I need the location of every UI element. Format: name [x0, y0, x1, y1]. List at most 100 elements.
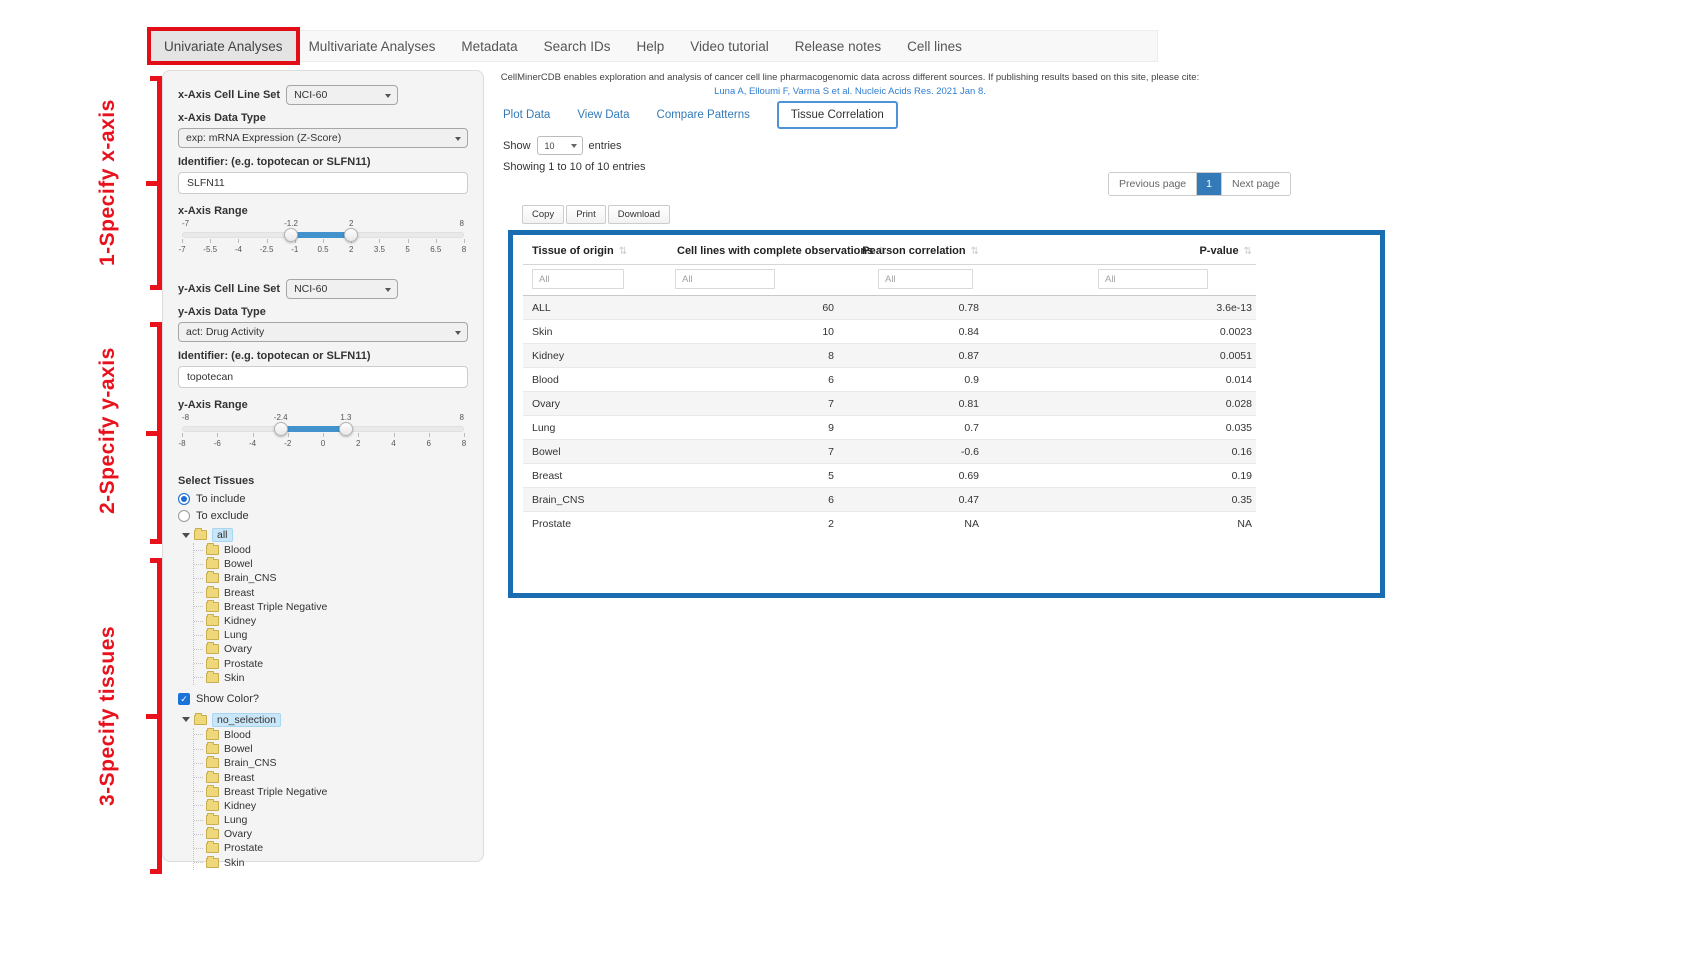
color-tree-node-breast-triple-negative[interactable]: Breast Triple Negative [194, 785, 468, 799]
tab-plot-data[interactable]: Plot Data [503, 109, 550, 121]
cellminercdb-app: Univariate AnalysesMultivariate Analyses… [0, 0, 1700, 956]
color-tree-node-bowel[interactable]: Bowel [194, 742, 468, 756]
x-axis-slider-track[interactable] [182, 232, 464, 238]
tab-tissue-correlation[interactable]: Tissue Correlation [777, 101, 898, 129]
tree-connector [194, 805, 203, 806]
nav-tab-cell-lines[interactable]: Cell lines [894, 31, 975, 61]
chevron-down-icon [455, 137, 461, 141]
color-tree-node-ovary[interactable]: Ovary [194, 827, 468, 841]
tree-connector [194, 621, 203, 622]
y-axis-tick-label: 0 [321, 439, 325, 448]
previous-page-button[interactable]: Previous page [1109, 173, 1197, 195]
nav-tab-release-notes[interactable]: Release notes [782, 31, 894, 61]
nav-tab-video-tutorial[interactable]: Video tutorial [677, 31, 782, 61]
nav-tab-multivariate-analyses[interactable]: Multivariate Analyses [296, 31, 449, 61]
annotation-step3-label: 3-Specify tissues [96, 560, 120, 872]
cell-tissue-of-origin: Brain_CNS [523, 488, 673, 512]
tree-connector [194, 749, 203, 750]
include-tree-node-lung[interactable]: Lung [194, 628, 468, 642]
cell-cell-lines-with-complete-observations: 7 [673, 392, 838, 416]
chevron-down-icon [455, 331, 461, 335]
x-axis-range-to-value: 2 [349, 219, 353, 228]
show-color-checkbox[interactable]: ✓ Show Color? [178, 693, 468, 705]
folder-icon [206, 801, 219, 811]
include-tree-node-ovary[interactable]: Ovary [194, 642, 468, 656]
cell-p-value: 0.035 [983, 416, 1256, 440]
color-tree-node-blood[interactable]: Blood [194, 728, 468, 742]
sort-icon[interactable]: ⇅ [971, 246, 979, 257]
y-axis-slider-handle-from[interactable] [274, 422, 288, 436]
y-axis-tick-label: 6 [427, 439, 431, 448]
folder-icon [206, 744, 219, 754]
tab-compare-patterns[interactable]: Compare Patterns [657, 109, 750, 121]
tree-connector [194, 677, 203, 678]
color-tree-node-breast[interactable]: Breast [194, 770, 468, 784]
print-button[interactable]: Print [566, 205, 606, 224]
tab-view-data[interactable]: View Data [577, 109, 629, 121]
folder-icon [206, 829, 219, 839]
y-axis-data-type-select[interactable]: act: Drug Activity [178, 322, 468, 342]
include-tree-node-breast-triple-negative[interactable]: Breast Triple Negative [194, 600, 468, 614]
copy-button[interactable]: Copy [522, 205, 564, 224]
y-axis-tick-label: -2 [284, 439, 291, 448]
nav-tab-search-ids[interactable]: Search IDs [531, 31, 624, 61]
entries-count-select[interactable]: 10 [537, 136, 583, 155]
nav-tab-univariate-analyses[interactable]: Univariate Analyses [151, 31, 296, 61]
nav-tab-help[interactable]: Help [623, 31, 677, 61]
download-button[interactable]: Download [608, 205, 670, 224]
cell-p-value: 0.0023 [983, 320, 1256, 344]
x-axis-slider-handle-to[interactable] [344, 228, 358, 242]
color-tree-node-prostate[interactable]: Prostate [194, 841, 468, 855]
nav-tab-metadata[interactable]: Metadata [448, 31, 530, 61]
y-identifier-input[interactable] [178, 366, 468, 388]
filter-input-tissue-of-origin[interactable] [532, 269, 624, 289]
tree-expand-icon[interactable] [182, 533, 190, 538]
include-tree-node-bowel[interactable]: Bowel [194, 557, 468, 571]
y-axis-slider-track[interactable] [182, 426, 464, 432]
citation-link[interactable]: Luna A, Elloumi F, Varma S et al. Nuclei… [500, 86, 1200, 97]
x-identifier-input[interactable] [178, 172, 468, 194]
tree-expand-icon[interactable] [182, 717, 190, 722]
x-axis-range-from-value: -1.2 [284, 219, 298, 228]
folder-icon [206, 773, 219, 783]
tree-connector [194, 820, 203, 821]
color-tree-node-skin[interactable]: Skin [194, 856, 468, 870]
sort-icon[interactable]: ⇅ [1244, 246, 1252, 257]
color-tree-root-node[interactable]: no_selection [180, 712, 468, 728]
include-tree-root-node[interactable]: all [180, 527, 468, 543]
column-header-tissue-of-origin[interactable]: Tissue of origin⇅ [523, 237, 673, 265]
include-tree-node-kidney[interactable]: Kidney [194, 614, 468, 628]
filter-input-pearson-correlation[interactable] [878, 269, 973, 289]
filter-input-cell-lines-with-complete-observations[interactable] [675, 269, 775, 289]
chevron-down-icon [385, 94, 391, 98]
tissues-include-radio[interactable]: To include [178, 493, 468, 505]
x-axis-range-slider[interactable]: -7-1.228-7-5.5-4-2.5-10.523.556.58 [182, 219, 464, 265]
include-tree-node-prostate[interactable]: Prostate [194, 657, 468, 671]
include-tree-node-skin[interactable]: Skin [194, 671, 468, 685]
tissues-exclude-radio[interactable]: To exclude [178, 510, 468, 522]
y-axis-slider-handle-to[interactable] [339, 422, 353, 436]
table-row-prostate: Prostate2NANA [523, 512, 1256, 536]
y-axis-cell-line-set-value: NCI-60 [294, 283, 327, 295]
next-page-button[interactable]: Next page [1221, 173, 1290, 195]
color-tree-node-lung[interactable]: Lung [194, 813, 468, 827]
column-header-p-value[interactable]: P-value⇅ [983, 237, 1256, 265]
table-row-breast: Breast50.690.19 [523, 464, 1256, 488]
x-axis-cell-line-set-select[interactable]: NCI-60 [286, 85, 398, 105]
include-tree-node-blood[interactable]: Blood [194, 543, 468, 557]
folder-icon [206, 616, 219, 626]
column-header-cell-lines-with-complete-observations[interactable]: Cell lines with complete observations⇅ [673, 237, 838, 265]
page-1-button[interactable]: 1 [1197, 173, 1221, 195]
filter-input-p-value[interactable] [1098, 269, 1208, 289]
include-tree-node-brain-cns[interactable]: Brain_CNS [194, 571, 468, 585]
y-axis-cell-line-set-select[interactable]: NCI-60 [286, 279, 398, 299]
color-tree-node-brain-cns[interactable]: Brain_CNS [194, 756, 468, 770]
citation-text: CellMinerCDB enables exploration and ana… [500, 72, 1200, 83]
tree-node-label: Brain_CNS [224, 572, 277, 584]
x-axis-data-type-select[interactable]: exp: mRNA Expression (Z-Score) [178, 128, 468, 148]
y-axis-range-to-value: 1.3 [340, 413, 351, 422]
color-tree-node-kidney[interactable]: Kidney [194, 799, 468, 813]
y-axis-range-slider[interactable]: -8-2.41.38-8-6-4-202468 [182, 413, 464, 459]
include-tree-node-breast[interactable]: Breast [194, 586, 468, 600]
sort-icon[interactable]: ⇅ [619, 246, 627, 257]
